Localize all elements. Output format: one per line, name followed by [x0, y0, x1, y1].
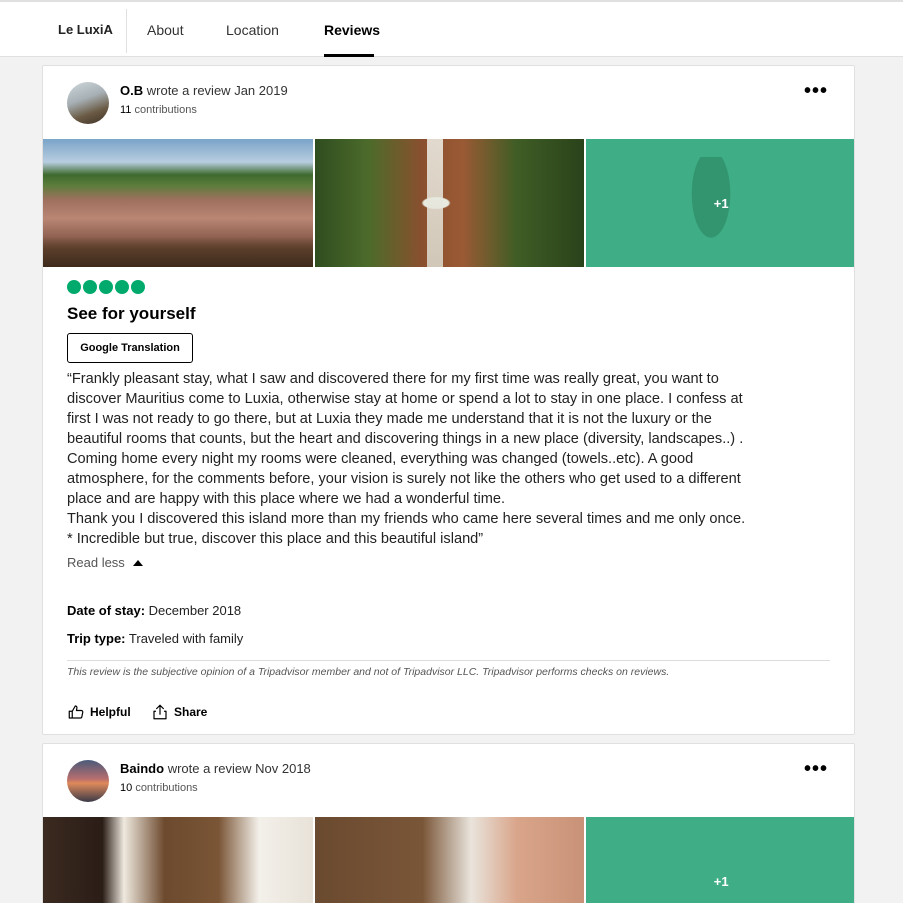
divider — [67, 660, 830, 661]
date-of-stay-label: Date of stay: — [67, 603, 146, 618]
review-photo-more[interactable]: +1 — [586, 139, 854, 267]
nav-divider — [126, 9, 127, 53]
rating-bubble — [83, 280, 97, 294]
trip-type-label: Trip type: — [67, 631, 126, 646]
review-body: “Frankly pleasant stay, what I saw and d… — [67, 369, 837, 549]
tab-reviews[interactable]: Reviews — [324, 22, 380, 38]
contributions: 11 contributions — [120, 104, 197, 116]
trip-type-value: Traveled with family — [128, 631, 244, 646]
review-date: Nov 2018 — [255, 761, 311, 776]
read-less-link[interactable]: Read less — [67, 555, 143, 570]
rating-bubble — [67, 280, 81, 294]
avatar[interactable] — [67, 760, 109, 802]
review-line: first I was not ready to go there, but a… — [67, 411, 712, 427]
avatar[interactable] — [67, 82, 109, 124]
rating-bubble — [131, 280, 145, 294]
review-photo[interactable] — [314, 817, 585, 903]
author-name[interactable]: Baindo — [120, 761, 164, 776]
more-options-icon[interactable]: ••• — [804, 758, 828, 781]
google-translation-button[interactable]: Google Translation — [67, 333, 193, 363]
review-photos: +1 — [43, 139, 854, 267]
date-of-stay: Date of stay: December 2018 — [67, 603, 241, 618]
caret-up-icon — [132, 559, 143, 566]
review-line: Coming home every night my rooms were cl… — [67, 451, 694, 467]
review-line: Thank you I discovered this island more … — [67, 511, 746, 527]
date-of-stay-value: December 2018 — [148, 603, 242, 618]
review-line: place and are happy with this place wher… — [67, 491, 506, 507]
more-options-icon[interactable]: ••• — [804, 80, 828, 103]
review-line: * Incredible but true, discover this pla… — [67, 531, 484, 547]
more-photos-count: +1 — [713, 873, 729, 889]
byline-action: wrote a review — [146, 83, 231, 98]
contributions-label: contributions — [135, 782, 198, 794]
tab-about[interactable]: About — [147, 22, 184, 38]
read-less-label: Read less — [67, 555, 125, 570]
contributions-count: 10 — [120, 782, 133, 794]
helpful-button[interactable]: Helpful — [67, 703, 131, 721]
active-tab-indicator — [324, 54, 374, 57]
review-byline: Baindo wrote a review Nov 2018 — [120, 761, 311, 776]
hotel-name[interactable]: Le LuxiA — [58, 22, 113, 37]
review-card: O.B wrote a review Jan 2019 11 contribut… — [42, 65, 855, 735]
review-photo-more[interactable]: +1 — [586, 817, 854, 903]
share-icon — [153, 704, 167, 720]
contributions-count: 11 — [120, 104, 132, 116]
review-line: “Frankly pleasant stay, what I saw and d… — [67, 371, 719, 387]
top-nav: Le LuxiA About Location Reviews — [0, 0, 903, 57]
review-photos: +1 — [43, 817, 854, 903]
photo-detail — [43, 237, 313, 267]
share-button[interactable]: Share — [151, 703, 207, 721]
review-photo[interactable] — [43, 817, 313, 903]
rating-bubbles — [67, 280, 145, 294]
contributions-label: contributions — [134, 104, 197, 116]
review-date: Jan 2019 — [234, 83, 288, 98]
helpful-label: Helpful — [90, 705, 131, 719]
review-line: beautiful rooms that counts, but the hea… — [67, 431, 744, 447]
share-label: Share — [174, 705, 208, 719]
byline-action: wrote a review — [167, 761, 252, 776]
review-card: Baindo wrote a review Nov 2018 10 contri… — [42, 743, 855, 903]
review-photo[interactable] — [314, 139, 585, 267]
rating-bubble — [99, 280, 113, 294]
review-title[interactable]: See for yourself — [67, 304, 196, 324]
contributions: 10 contributions — [120, 782, 198, 794]
review-line: discover Mauritius come to Luxia, otherw… — [67, 391, 743, 407]
review-line: atmosphere, for the comments before, you… — [67, 471, 741, 487]
review-byline: O.B wrote a review Jan 2019 — [120, 83, 288, 98]
rating-bubble — [115, 280, 129, 294]
photo-detail — [426, 139, 443, 267]
thumbs-up-icon — [68, 705, 84, 719]
trip-type: Trip type: Traveled with family — [67, 631, 243, 646]
tab-location[interactable]: Location — [226, 22, 279, 38]
review-photo[interactable] — [43, 139, 313, 267]
review-disclaimer: This review is the subjective opinion of… — [67, 666, 670, 678]
author-name[interactable]: O.B — [120, 83, 143, 98]
more-photos-count: +1 — [713, 195, 729, 211]
